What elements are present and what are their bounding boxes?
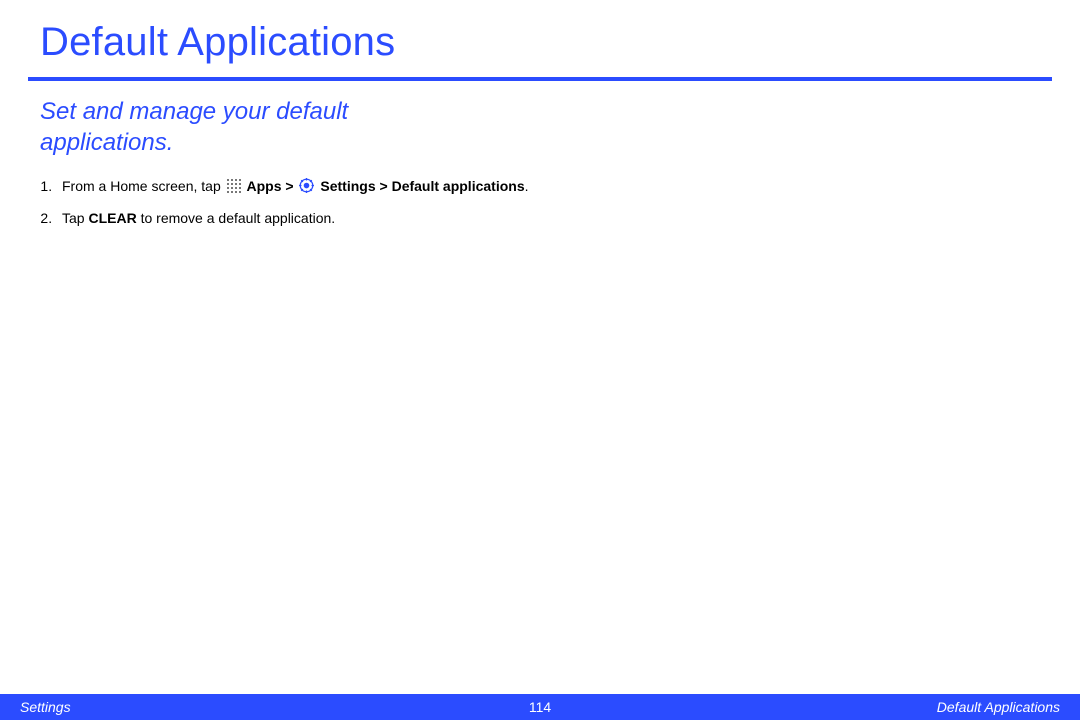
footer-page-number: 114 [280, 699, 800, 715]
step-1-apps-label: Apps [247, 178, 282, 194]
step-2-text-a: Tap [62, 210, 88, 226]
step-2-text-b: to remove a default application. [137, 210, 335, 226]
footer-left: Settings [20, 699, 280, 715]
instructions: From a Home screen, tap Apps > [0, 158, 540, 229]
step-2-clear-label: CLEAR [88, 210, 136, 226]
settings-gear-icon [299, 178, 314, 193]
step-1: From a Home screen, tap Apps > [56, 176, 540, 198]
step-1-gt1: > [282, 178, 298, 194]
step-1-period: . [525, 178, 529, 194]
step-1-text-a: From a Home screen, tap [62, 178, 225, 194]
step-1-default-label: Default applications [392, 178, 525, 194]
step-1-settings-label: Settings [320, 178, 375, 194]
title-rule [28, 77, 1052, 81]
page-footer: Settings 114 Default Applications [0, 694, 1080, 720]
page-subtitle: Set and manage your default applications… [0, 91, 420, 158]
page-title: Default Applications [0, 0, 1080, 73]
step-1-gt2: > [376, 178, 392, 194]
footer-right: Default Applications [800, 699, 1060, 715]
apps-grid-icon [227, 179, 241, 193]
step-2: Tap CLEAR to remove a default applicatio… [56, 208, 540, 230]
